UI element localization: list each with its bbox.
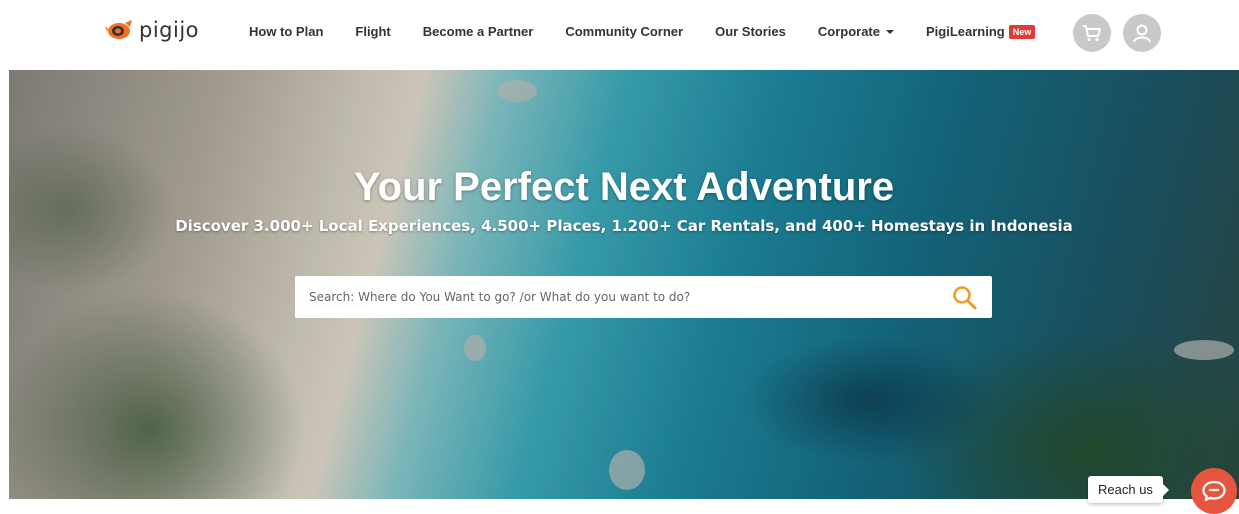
chevron-down-icon [886, 29, 894, 34]
nav-corporate-dropdown[interactable]: Corporate [818, 24, 894, 39]
cart-icon [1083, 25, 1101, 42]
hero-title: Your Perfect Next Adventure [353, 165, 895, 209]
reach-us-text: Reach us [1098, 482, 1153, 497]
pigijo-logo[interactable]: pigijo [105, 18, 199, 42]
nav-community-corner[interactable]: Community Corner [565, 24, 683, 39]
nav-become-partner[interactable]: Become a Partner [423, 24, 534, 39]
reach-us-label[interactable]: Reach us [1088, 476, 1169, 503]
nav-our-stories[interactable]: Our Stories [715, 24, 786, 39]
pig-logo-icon [105, 20, 132, 39]
search-input[interactable] [295, 277, 935, 317]
search-icon[interactable] [952, 285, 978, 311]
nav-how-to-plan[interactable]: How to Plan [249, 24, 323, 39]
logo-text: pigijo [139, 18, 200, 42]
nav-links: How to Plan Flight Become a Partner Comm… [249, 24, 1036, 39]
nav-flight[interactable]: Flight [355, 24, 390, 39]
cart-button[interactable] [1073, 14, 1111, 52]
nav-pigilearning[interactable]: PigiLearning New [926, 24, 1036, 39]
search-bar [295, 276, 992, 318]
user-account-button[interactable] [1123, 14, 1161, 52]
nav-pigilearning-label: PigiLearning [926, 24, 1005, 39]
user-icon [1133, 24, 1151, 43]
chat-button[interactable] [1191, 468, 1237, 514]
hero-banner: Your Perfect Next Adventure Discover 3.0… [9, 70, 1239, 499]
top-navbar: pigijo How to Plan Flight Become a Partn… [0, 0, 1239, 70]
new-badge: New [1008, 24, 1036, 39]
nav-corporate-label: Corporate [817, 24, 880, 39]
chat-icon [1202, 480, 1226, 502]
hero-subtitle: Discover 3.000+ Local Experiences, 4.500… [175, 217, 1073, 235]
